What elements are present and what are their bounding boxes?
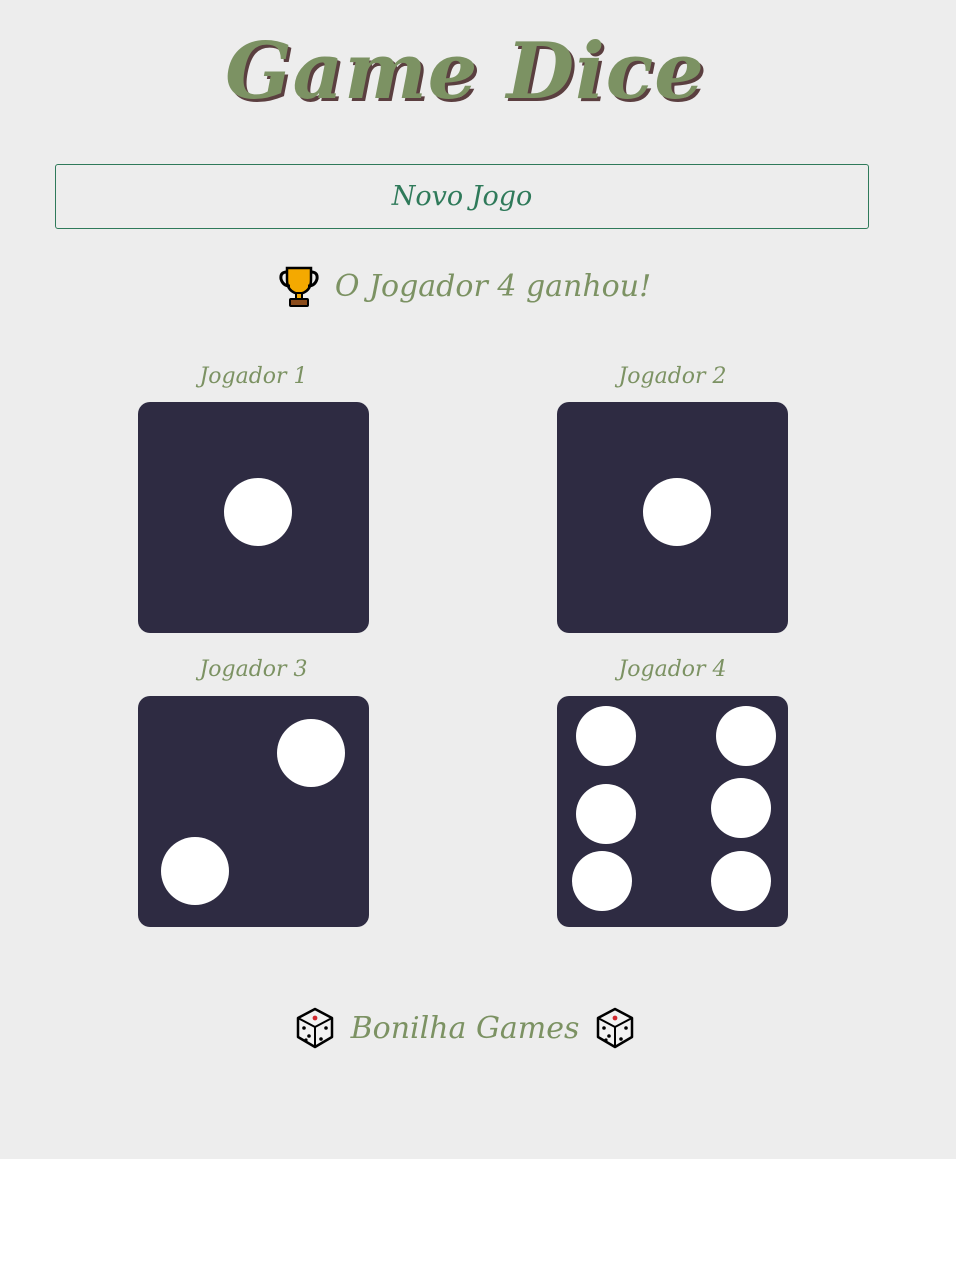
brand-text: Bonilha Games [350,1010,580,1046]
footer-brand: Bonilha Games [0,1000,930,1056]
player-3-label: Jogador 3 [199,657,308,682]
player-2-label: Jogador 2 [618,364,727,389]
game-page: Game Dice Novo Jogo O Jogador 4 ganhou! … [0,0,956,1159]
player-2-die[interactable] [557,402,788,633]
player-1-label: Jogador 1 [199,364,308,389]
player-1-die[interactable] [138,402,369,633]
die-pip [711,778,771,838]
die-pip [643,478,711,546]
new-game-button[interactable]: Novo Jogo [55,164,869,229]
die-pip [711,851,771,911]
player-3-die[interactable] [138,696,369,927]
die-pip [161,837,229,905]
die-icon [597,1007,634,1049]
die-pip [572,851,632,911]
die-pip [576,706,636,766]
winner-text: O Jogador 4 ganhou! [334,268,652,304]
die-pip [277,719,345,787]
die-icon [296,1007,333,1049]
player-4-die[interactable] [557,696,788,927]
die-pip [576,784,636,844]
trophy-icon [279,266,319,307]
winner-message: O Jogador 4 ganhou! [0,258,930,314]
die-pip [716,706,776,766]
player-4-label: Jogador 4 [618,657,727,682]
die-pip [224,478,292,546]
page-title: Game Dice [225,26,705,117]
